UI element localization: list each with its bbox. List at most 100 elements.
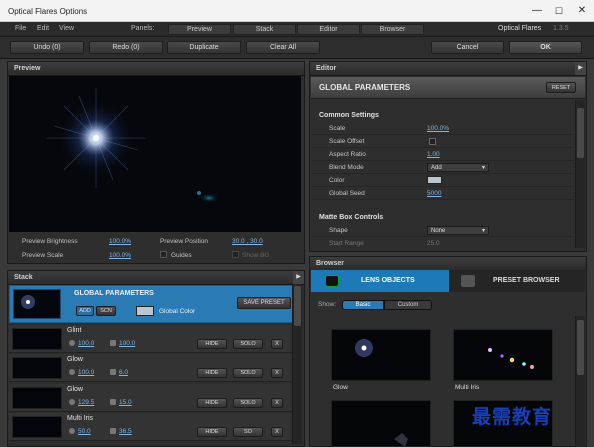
param-value[interactable]: 100.0%: [427, 125, 449, 132]
tab-preview[interactable]: Preview: [168, 24, 231, 35]
remove-button[interactable]: X: [271, 398, 283, 408]
param-row-global-seed[interactable]: Global Seed 5000: [311, 187, 574, 200]
maximize-button[interactable]: ☐: [548, 0, 570, 22]
param-row-shape[interactable]: Shape None ▾: [311, 224, 574, 237]
shape-select[interactable]: None ▾: [427, 226, 489, 235]
layer-brightness[interactable]: 129.5: [78, 399, 94, 406]
duplicate-button[interactable]: Duplicate: [167, 41, 241, 54]
lens-objects-icon: [325, 275, 339, 287]
stack-row[interactable]: Glow 129.5 15.0 HIDE SOLO X: [9, 384, 292, 412]
lens-objects-label: LENS OBJECTS: [361, 277, 415, 284]
close-button[interactable]: ✕: [571, 0, 593, 22]
param-value[interactable]: 1.00: [427, 151, 440, 158]
layer-brightness[interactable]: 100.0: [78, 369, 94, 376]
show-bg-checkbox[interactable]: [232, 251, 239, 258]
param-row-color[interactable]: Color: [311, 174, 574, 187]
reset-button[interactable]: RESET: [546, 82, 576, 93]
stack-expand-icon[interactable]: ▶: [293, 271, 304, 284]
blend-mode-select[interactable]: Add ▾: [427, 163, 489, 172]
editor-expand-icon[interactable]: ▶: [575, 62, 586, 75]
browser-item-thumbnail[interactable]: [453, 329, 553, 381]
stack-row[interactable]: Glow 100.0 6.0 HIDE SOLO X: [9, 354, 292, 382]
brightness-icon: [69, 399, 75, 405]
param-label: Global Seed: [329, 190, 365, 197]
show-label: Show:: [318, 301, 337, 308]
version-text: 1.3.5: [553, 25, 569, 32]
show-bg-label: Show BG: [242, 252, 270, 259]
param-value[interactable]: 5000: [427, 190, 441, 197]
tab-preset-browser[interactable]: PRESET BROWSER: [451, 270, 585, 292]
cancel-button[interactable]: Cancel: [431, 41, 504, 54]
solo-button[interactable]: SOLO: [233, 368, 263, 378]
hide-button[interactable]: HIDE: [197, 398, 227, 408]
param-row-aspect-ratio[interactable]: Aspect Ratio 1.00: [311, 148, 574, 161]
param-label: Blend Mode: [329, 164, 364, 171]
editor-scroll-thumb[interactable]: [577, 108, 584, 158]
basic-toggle[interactable]: Basic: [342, 300, 384, 310]
browser-item-thumbnail[interactable]: [331, 329, 431, 381]
color-swatch[interactable]: [427, 176, 442, 184]
scale-offset-checkbox[interactable]: [429, 138, 436, 145]
editor-scrollbar[interactable]: [575, 100, 585, 248]
layer-brightness[interactable]: 50.0: [78, 428, 91, 435]
browser-scrollbar[interactable]: [575, 316, 585, 447]
menu-file[interactable]: File: [15, 25, 26, 32]
layer-name: Glow: [67, 356, 83, 363]
browser-item-thumbnail[interactable]: [331, 400, 431, 447]
layer-scale[interactable]: 100.0: [119, 340, 135, 347]
remove-button[interactable]: X: [271, 427, 283, 437]
param-row-start-range[interactable]: Start Range 25.0: [311, 237, 574, 247]
param-row-scale[interactable]: Scale 100.0%: [311, 122, 574, 135]
hide-button[interactable]: HIDE: [197, 427, 227, 437]
global-thumbnail: [13, 289, 61, 319]
redo-button[interactable]: Redo (0): [89, 41, 163, 54]
solo-button[interactable]: SOLO: [233, 339, 263, 349]
preview-position-value[interactable]: 30.0 , 30.0: [232, 238, 263, 245]
tab-editor[interactable]: Editor: [297, 24, 360, 35]
preview-scale-value[interactable]: 100.0%: [109, 252, 131, 259]
ok-button[interactable]: OK: [509, 41, 582, 54]
undo-button[interactable]: Undo (0): [10, 41, 84, 54]
minimize-button[interactable]: —: [526, 0, 548, 22]
stack-scroll-thumb[interactable]: [294, 286, 301, 326]
layer-brightness[interactable]: 100.0: [78, 340, 94, 347]
param-row-scale-offset[interactable]: Scale Offset: [311, 135, 574, 148]
stack-row[interactable]: Multi Iris 50.0 36.5 HIDE SO X: [9, 413, 292, 441]
scn-button[interactable]: SCN: [96, 306, 116, 316]
remove-button[interactable]: X: [271, 339, 283, 349]
solo-button[interactable]: SO: [233, 427, 263, 437]
layer-scale[interactable]: 6.0: [119, 369, 128, 376]
remove-button[interactable]: X: [271, 368, 283, 378]
blend-mode-value: Add: [431, 165, 442, 171]
stack-global-parameters[interactable]: GLOBAL PARAMETERS ADD SCN Global Color S…: [9, 285, 301, 323]
tab-lens-objects[interactable]: LENS OBJECTS: [311, 270, 449, 292]
menu-view[interactable]: View: [59, 25, 74, 32]
hide-button[interactable]: HIDE: [197, 368, 227, 378]
solo-button[interactable]: SOLO: [233, 398, 263, 408]
browser-scroll-thumb[interactable]: [577, 320, 584, 375]
layer-scale[interactable]: 15.0: [119, 399, 132, 406]
global-color-swatch[interactable]: [136, 306, 154, 316]
preview-canvas[interactable]: [9, 76, 301, 232]
stack-header: Stack: [8, 271, 304, 285]
tab-browser[interactable]: Browser: [361, 24, 424, 35]
stack-row[interactable]: Glint 100.0 100.0 HIDE SOLO X: [9, 325, 292, 353]
editor-title: GLOBAL PARAMETERS: [319, 83, 411, 92]
hide-button[interactable]: HIDE: [197, 339, 227, 349]
menu-edit[interactable]: Edit: [37, 25, 49, 32]
add-button[interactable]: ADD: [76, 306, 94, 316]
stack-scrollbar[interactable]: [292, 284, 302, 444]
guides-checkbox[interactable]: [160, 251, 167, 258]
tab-stack[interactable]: Stack: [233, 24, 296, 35]
param-row-blend-mode[interactable]: Blend Mode Add ▾: [311, 161, 574, 174]
save-preset-button[interactable]: SAVE PRESET: [237, 297, 291, 309]
preview-brightness-value[interactable]: 100.0%: [109, 238, 131, 245]
custom-toggle[interactable]: Custom: [384, 300, 432, 310]
preset-browser-label: PRESET BROWSER: [493, 277, 560, 284]
clear-all-button[interactable]: Clear All: [246, 41, 320, 54]
param-value[interactable]: 25.0: [427, 240, 440, 247]
browser-tabs: LENS OBJECTS PRESET BROWSER: [311, 270, 585, 292]
app-window: Optical Flares Options — ☐ ✕ File Edit V…: [0, 0, 594, 447]
param-label: Start Range: [329, 240, 364, 247]
layer-scale[interactable]: 36.5: [119, 428, 132, 435]
